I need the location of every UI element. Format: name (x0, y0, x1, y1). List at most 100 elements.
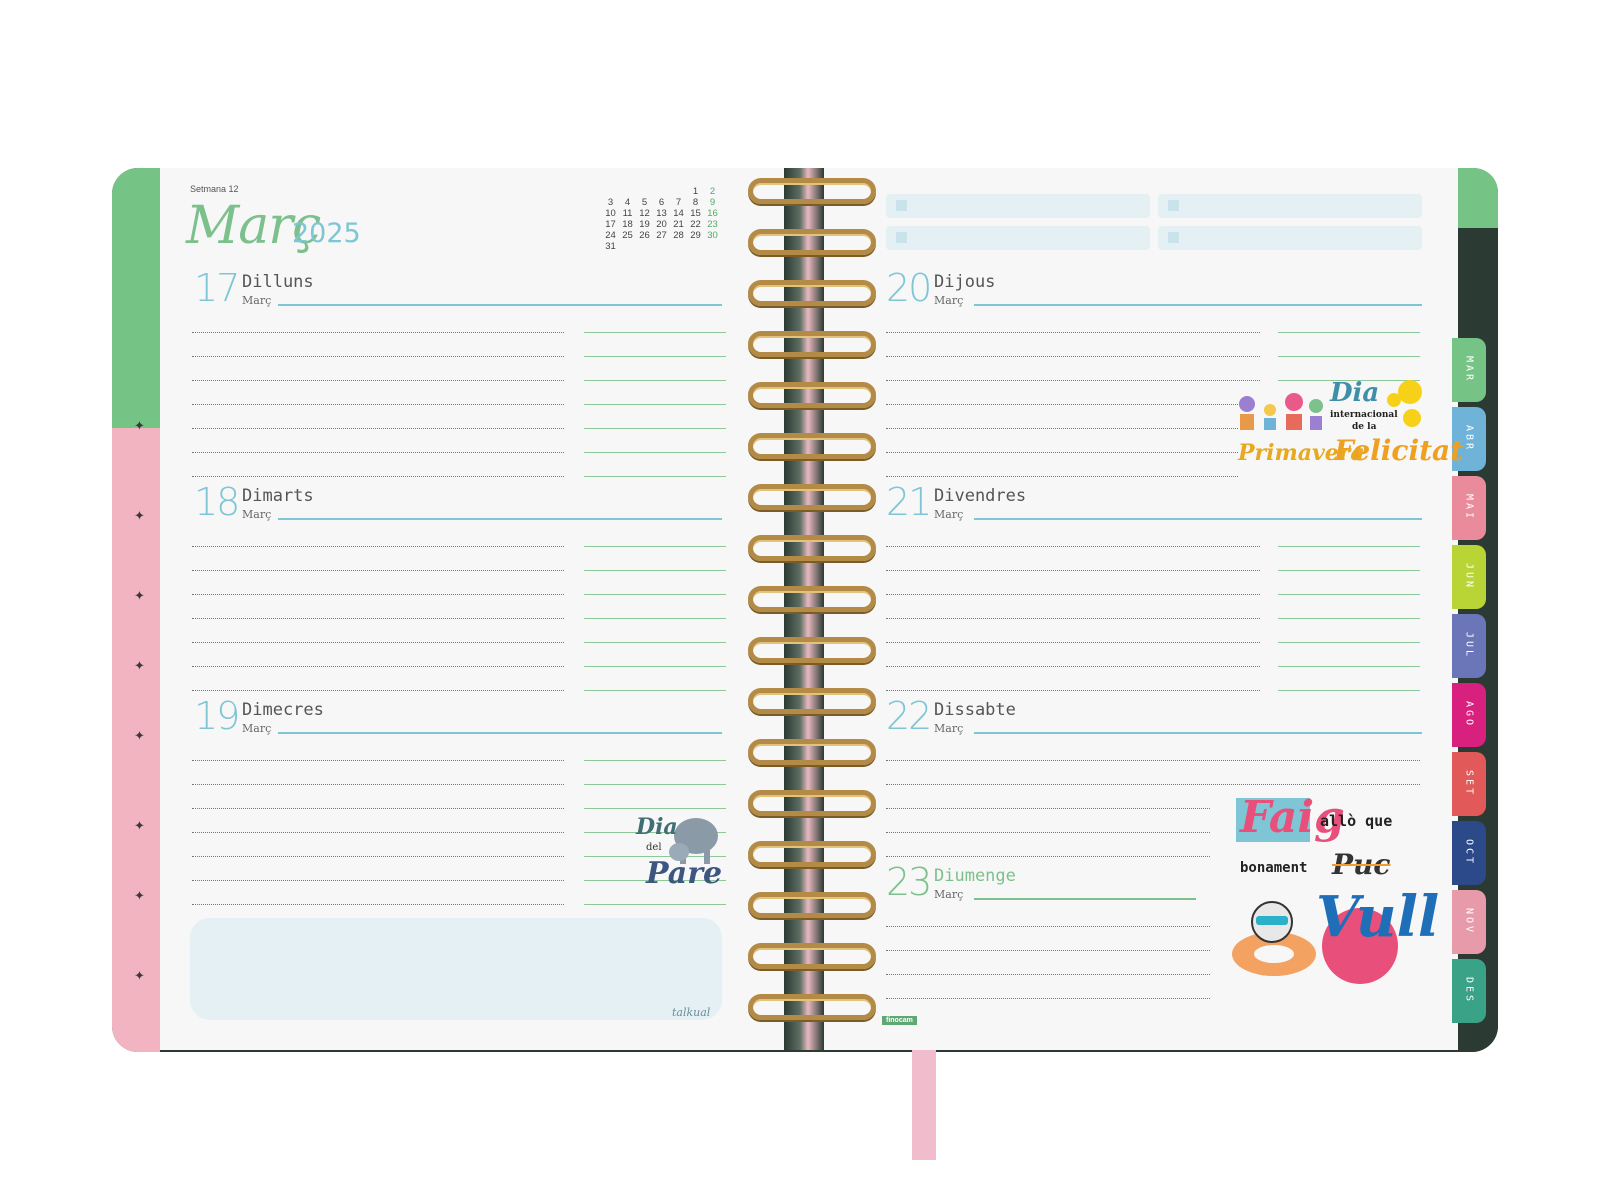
green-line (1278, 546, 1420, 547)
day-number: 21 (886, 480, 932, 524)
calendar-day: 9 (709, 197, 716, 208)
day-name: Diumenge (934, 866, 1016, 886)
calendar-day: 16 (707, 208, 718, 219)
month-tab-jul[interactable]: JUL (1452, 614, 1486, 678)
star-icon: ✦ (134, 658, 145, 673)
calendar-day: 22 (690, 219, 701, 230)
month-tab-oct[interactable]: OCT (1452, 821, 1486, 885)
calendar-day (670, 186, 687, 197)
spiral-ring (748, 994, 876, 1020)
calendar-day: 7 (675, 197, 682, 208)
calendar-day (653, 241, 670, 252)
day-month: Març (934, 294, 964, 307)
calendar-day: 4 (624, 197, 631, 208)
dotted-line (192, 594, 564, 595)
star-icon: ✦ (134, 418, 145, 433)
spiral-ring (748, 535, 876, 561)
dotted-line (886, 476, 1238, 477)
notes-box[interactable] (190, 918, 722, 1020)
calendar-day: 14 (673, 208, 684, 219)
spiral-ring (748, 280, 876, 306)
day-month: Març (242, 722, 272, 735)
dotted-line (886, 784, 1420, 785)
spiral-ring (748, 943, 876, 969)
dotted-line (192, 666, 564, 667)
checklist-box[interactable] (886, 194, 1150, 218)
star-icon: ✦ (134, 888, 145, 903)
month-tab-label: MAR (1463, 356, 1475, 384)
green-line (584, 570, 726, 571)
sticker-text: bonament (1240, 860, 1308, 876)
sticker-text: Primavera (1238, 440, 1365, 466)
calendar-day: 10 (605, 208, 616, 219)
month-tab-ago[interactable]: AGO (1452, 683, 1486, 747)
month-tab-mai[interactable]: MAI (1452, 476, 1486, 540)
emoji-icon (1387, 380, 1422, 427)
month-tab-set[interactable]: SET (1452, 752, 1486, 816)
dotted-line (192, 546, 564, 547)
dotted-line (886, 356, 1260, 357)
dotted-line (192, 476, 564, 477)
month-tab-label: NOV (1463, 908, 1475, 936)
day-month: Març (934, 888, 964, 901)
corner-tab (1458, 168, 1498, 228)
dotted-line (886, 926, 1210, 927)
month-tab-jun[interactable]: JUN (1452, 545, 1486, 609)
checkbox[interactable] (896, 200, 907, 211)
calendar-day (670, 241, 687, 252)
day-name: Dilluns (242, 272, 314, 292)
sticker-text: de la (1352, 422, 1377, 432)
day-rule (278, 732, 722, 734)
calendar-row: 3456789 (602, 197, 721, 208)
calendar-day: 26 (639, 230, 650, 241)
sticker-text: allò que (1320, 812, 1393, 830)
month-tab-mar[interactable]: MAR (1452, 338, 1486, 402)
calendar-day (602, 186, 619, 197)
spiral-ring (748, 382, 876, 408)
dotted-line (886, 832, 1210, 833)
calendar-day: 8 (692, 197, 699, 208)
green-line (584, 428, 726, 429)
checkbox[interactable] (1168, 232, 1179, 243)
dotted-line (192, 380, 564, 381)
checklist-box[interactable] (1158, 194, 1422, 218)
checkbox[interactable] (896, 232, 907, 243)
green-line (584, 404, 726, 405)
calendar-day: 6 (658, 197, 665, 208)
checklist-box[interactable] (1158, 226, 1422, 250)
calendar-day: 18 (622, 219, 633, 230)
day-month: Març (242, 294, 272, 307)
dotted-line (886, 618, 1260, 619)
dotted-line (886, 546, 1260, 547)
dotted-line (192, 428, 564, 429)
day-month: Març (242, 508, 272, 521)
week-label: Setmana 12 (190, 184, 239, 194)
green-line (1278, 570, 1420, 571)
month-tab-nov[interactable]: NOV (1452, 890, 1486, 954)
dotted-line (192, 808, 564, 809)
dotted-line (192, 904, 564, 905)
day-month: Març (934, 508, 964, 521)
green-line (584, 642, 726, 643)
dia-felicitat-sticker: Dia internacional de la Felicitat Primav… (1234, 378, 1463, 480)
dotted-line (886, 332, 1260, 333)
checklist-box[interactable] (886, 226, 1150, 250)
checkbox[interactable] (1168, 200, 1179, 211)
green-line (584, 666, 726, 667)
dotted-line (886, 808, 1210, 809)
sticker-text: del (646, 842, 662, 853)
spiral-ring (748, 484, 876, 510)
green-line (584, 784, 726, 785)
dotted-line (192, 760, 564, 761)
green-line (584, 356, 726, 357)
month-tab-des[interactable]: DES (1452, 959, 1486, 1023)
dotted-line (886, 570, 1260, 571)
calendar-day: 5 (641, 197, 648, 208)
sticker-text: Dia (1330, 378, 1380, 408)
day-name: Dimecres (242, 700, 324, 720)
day-number: 18 (194, 480, 240, 524)
green-line (1278, 642, 1420, 643)
star-icon: ✦ (134, 588, 145, 603)
day-rule (974, 304, 1422, 306)
day-number: 22 (886, 694, 932, 738)
